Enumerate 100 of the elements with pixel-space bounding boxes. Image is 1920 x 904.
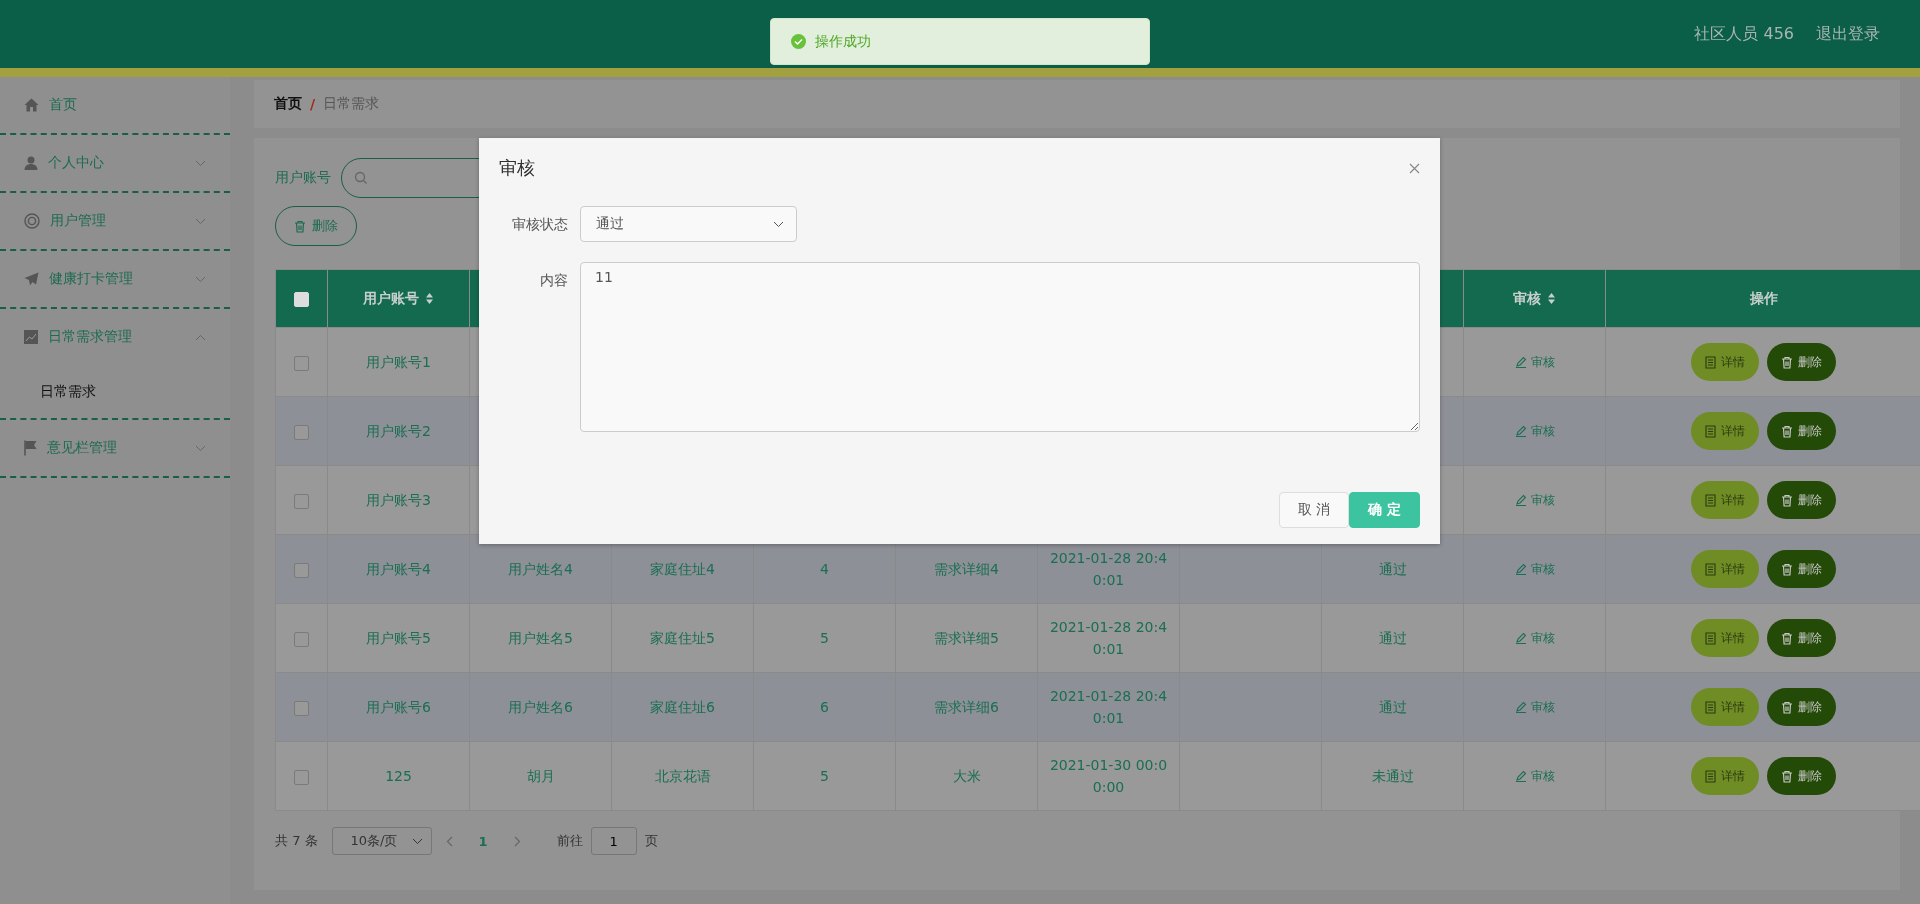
select-all-checkbox[interactable] [294,291,309,307]
column-header[interactable]: 用户账号 [363,289,434,308]
table-cell: 4 [820,561,829,577]
previous-page-icon[interactable] [445,835,453,847]
pencil-icon [1514,355,1527,368]
next-page-icon[interactable] [513,835,521,847]
review-link[interactable]: 审核 [1514,626,1555,649]
field-label: 内容 [539,271,568,290]
table-cell: 家庭住址4 [650,561,715,577]
field-label: 用户账号 [275,169,331,187]
detail-button[interactable]: 详情 [1691,757,1759,795]
close-icon[interactable] [1409,162,1420,174]
table-cell: 北京花语 [654,768,711,784]
menu-item[interactable]: 个人中心 [48,154,185,172]
review-link[interactable]: 审核 [1514,488,1555,511]
row-checkbox[interactable] [294,769,309,785]
detail-button[interactable]: 详情 [1691,481,1759,519]
review-link[interactable]: 审核 [1514,350,1555,373]
page-input[interactable]: 1 [590,827,637,855]
user-name: 社区人员 456 [1694,24,1794,45]
sort-icon[interactable] [425,292,434,305]
content-textarea[interactable]: 11 [580,262,1420,432]
pencil-icon [1514,493,1527,506]
chevron-down-icon [411,837,423,845]
detail-button[interactable]: 详情 [1691,619,1759,657]
page-number[interactable]: 1 [466,833,500,849]
trash-icon [1781,562,1793,576]
field-label: 审核状态 [511,215,568,234]
trash-icon [1781,769,1793,783]
delete-button[interactable]: 删除 [1767,481,1836,519]
check-circle-icon [791,34,806,49]
document-icon [1705,631,1716,645]
table-cell: 2021-01-30 00:00:00 [1049,757,1168,795]
row-checkbox[interactable] [294,424,309,440]
column-header[interactable]: 审核 [1513,289,1556,308]
confirm-button[interactable]: 确 定 [1349,492,1420,528]
table-cell: 用户姓名6 [508,699,573,715]
table-cell: 125 [385,768,412,784]
delete-button[interactable]: 删除 [1767,619,1836,657]
search-icon [354,171,368,185]
row-checkbox[interactable] [294,700,309,716]
delete-button[interactable]: 删除 [1767,412,1836,450]
menu-item[interactable]: 首页 [49,96,206,114]
table-cell: 用户账号2 [366,423,431,439]
page-suffix: 页 [644,832,658,850]
table-cell: 需求详细4 [934,561,999,577]
sort-icon[interactable] [1547,292,1556,305]
delete-button[interactable]: 删除 [1767,550,1836,588]
pencil-icon [1514,424,1527,437]
row-checkbox[interactable] [294,562,309,578]
status-select[interactable]: 通过 [580,206,797,242]
cancel-button[interactable]: 取 消 [1278,492,1350,528]
review-link[interactable]: 审核 [1514,695,1555,718]
table-cell: 通过 [1378,561,1407,577]
review-link[interactable]: 审核 [1514,557,1555,580]
table-cell: 通过 [1378,630,1407,646]
delete-button[interactable]: 删除 [1767,757,1836,795]
person-icon [24,156,38,170]
document-icon [1705,355,1716,369]
table-cell: 用户账号5 [366,630,431,646]
paper-plane-icon [24,272,39,286]
document-icon [1705,562,1716,576]
detail-button[interactable]: 详情 [1691,550,1759,588]
total-count: 共 7 条 [275,832,318,850]
detail-button[interactable]: 详情 [1691,343,1759,381]
dialog-title: 审核 [499,156,535,180]
table-cell: 家庭住址5 [650,630,715,646]
flag-icon [24,440,37,456]
detail-button[interactable]: 详情 [1691,688,1759,726]
page-size-select[interactable]: 10条/页 [331,827,432,855]
menu-item[interactable]: 健康打卡管理 [49,270,185,288]
logout-link[interactable]: 退出登录 [1816,24,1880,45]
delete-button[interactable]: 删除 [1767,688,1836,726]
table-cell: 2021-01-28 20:40:01 [1049,688,1168,726]
row-checkbox[interactable] [294,631,309,647]
chevron-down-icon [773,220,784,228]
document-icon [1705,493,1716,507]
row-checkbox[interactable] [294,493,309,509]
menu-item[interactable]: 日常需求管理 [48,328,185,346]
table-cell: 胡月 [526,768,555,784]
delete-button[interactable]: 删除 [1767,343,1836,381]
review-link[interactable]: 审核 [1514,419,1555,442]
menu-item[interactable]: 用户管理 [50,212,185,230]
table-cell: 大米 [952,768,981,784]
table-cell: 家庭住址6 [650,699,715,715]
column-header: 操作 [1749,289,1778,308]
review-link[interactable]: 审核 [1514,764,1555,787]
document-icon [1705,424,1716,438]
submenu-item[interactable]: 日常需求 [0,365,230,418]
table-cell: 5 [820,768,829,784]
document-icon [1705,700,1716,714]
document-icon [1705,769,1716,783]
table-cell: 6 [820,699,829,715]
breadcrumb-item: 日常需求 [323,95,380,113]
lifebuoy-icon [24,213,40,229]
menu-item[interactable]: 意见栏管理 [47,439,185,457]
pencil-icon [1514,700,1527,713]
detail-button[interactable]: 详情 [1691,412,1759,450]
row-checkbox[interactable] [294,355,309,371]
breadcrumb-item[interactable]: 首页 [274,95,302,113]
